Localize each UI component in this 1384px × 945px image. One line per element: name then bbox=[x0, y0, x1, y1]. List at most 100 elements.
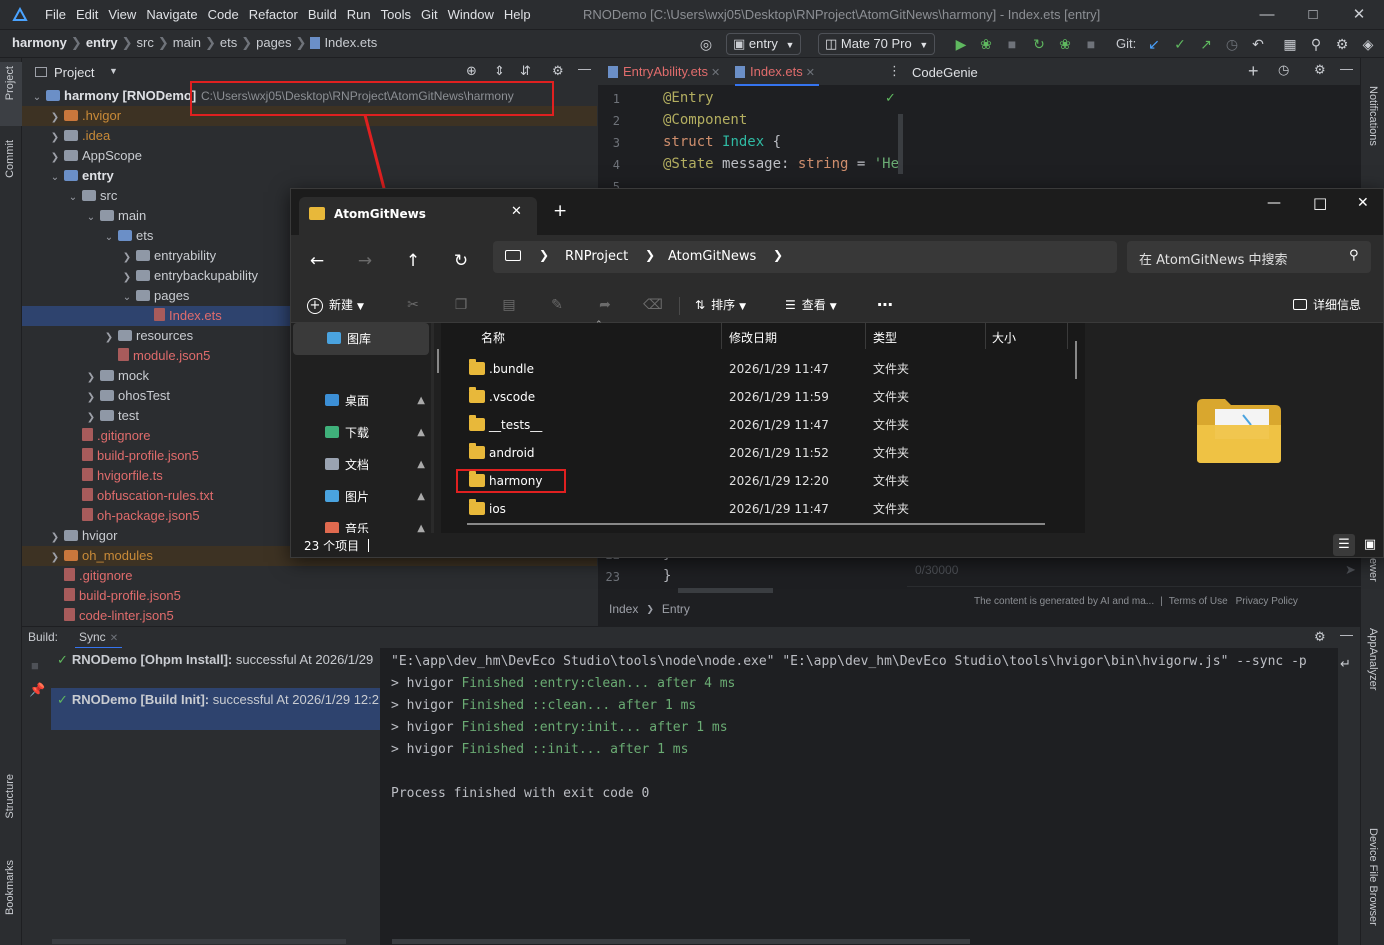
menu-item-git[interactable]: Git bbox=[421, 7, 438, 22]
file-row[interactable]: __tests__ 2026/1/29 11:47 文件夹 bbox=[449, 411, 1059, 439]
tree-item[interactable]: ⌄ entry bbox=[22, 166, 597, 186]
git-commit-icon[interactable]: ✓ bbox=[1171, 35, 1189, 53]
structure-tool-label[interactable]: Structure bbox=[4, 774, 16, 819]
debug-icon[interactable]: ❀ bbox=[977, 35, 995, 53]
menu-item-code[interactable]: Code bbox=[208, 7, 239, 22]
cut-icon[interactable]: ✂ bbox=[401, 293, 425, 317]
notifications-tool-label[interactable]: Notifications bbox=[1367, 86, 1379, 146]
up-icon[interactable]: ↑ bbox=[401, 249, 425, 273]
menu-item-refactor[interactable]: Refactor bbox=[249, 7, 298, 22]
apply-changes-icon[interactable]: ↻ bbox=[1030, 35, 1048, 53]
project-structure-icon[interactable]: ▦ bbox=[1281, 35, 1299, 53]
chevron-right-icon[interactable]: ❯ bbox=[48, 548, 62, 568]
pin-icon[interactable]: 📌 bbox=[29, 682, 45, 698]
file-row[interactable]: .bundle 2026/1/29 11:47 文件夹 bbox=[449, 355, 1059, 383]
back-icon[interactable]: ← bbox=[305, 249, 329, 273]
privacy-link[interactable]: Privacy Policy bbox=[1236, 596, 1298, 607]
file-list-hscrollbar[interactable] bbox=[467, 523, 1045, 525]
close-icon[interactable]: ✕ bbox=[1348, 4, 1370, 26]
tab-index[interactable]: Index.ets ✕ bbox=[735, 58, 819, 86]
menu-item-build[interactable]: Build bbox=[308, 7, 337, 22]
details-view-icon[interactable]: ☰ bbox=[1333, 534, 1355, 556]
build-item-init[interactable]: ✓ RNODemo [Build Init]: successful At 202… bbox=[51, 688, 380, 730]
maximize-icon[interactable]: □ bbox=[1313, 194, 1327, 212]
sort-button[interactable]: ⇅ 排序 ▼ bbox=[695, 293, 746, 317]
file-row[interactable]: android 2026/1/29 11:52 文件夹 bbox=[449, 439, 1059, 467]
app-logo-icon[interactable] bbox=[12, 6, 28, 23]
explorer-tab[interactable]: AtomGitNews ✕ bbox=[299, 197, 537, 235]
search-icon[interactable]: ⚲ bbox=[1307, 35, 1325, 53]
tree-item[interactable]: .gitignore bbox=[22, 566, 597, 586]
chevron-right-icon[interactable]: ❯ bbox=[120, 248, 134, 268]
chevron-down-icon[interactable]: ⌄ bbox=[102, 228, 116, 248]
expand-all-icon[interactable]: ⇕ bbox=[494, 63, 505, 79]
git-update-icon[interactable]: ↙ bbox=[1145, 35, 1163, 53]
rollback-icon[interactable]: ↶ bbox=[1249, 35, 1267, 53]
hide-panel-icon[interactable]: — bbox=[1340, 627, 1353, 642]
add-icon[interactable]: + bbox=[1248, 61, 1259, 82]
device-select[interactable]: ◫ Mate 70 Pro ▼ bbox=[818, 33, 936, 55]
history-icon[interactable]: ◷ bbox=[1223, 35, 1241, 53]
tree-item[interactable]: build-profile.json5 bbox=[22, 586, 597, 606]
tree-item[interactable]: code-linter.json5 bbox=[22, 606, 597, 626]
more-options-icon[interactable]: ⋯ bbox=[877, 293, 893, 317]
target-icon[interactable]: ◎ bbox=[697, 35, 715, 53]
previewer-tool-label[interactable]: ewer bbox=[1367, 558, 1379, 582]
chevron-down-icon[interactable]: ⌄ bbox=[30, 88, 44, 108]
gear-icon[interactable]: ⚙ bbox=[1333, 35, 1351, 53]
gear-icon[interactable]: ⚙ bbox=[552, 63, 564, 79]
tree-item[interactable]: ❯ AppScope bbox=[22, 146, 597, 166]
profile-icon[interactable]: ❀ bbox=[1056, 35, 1074, 53]
details-button[interactable]: 详细信息 bbox=[1293, 293, 1361, 317]
chevron-down-icon[interactable]: ⌄ bbox=[48, 168, 62, 188]
tab-entryability[interactable]: EntryAbility.ets ✕ bbox=[608, 58, 720, 86]
assistant-icon[interactable]: ◈ bbox=[1359, 35, 1377, 53]
collapse-all-icon[interactable]: ⇵ bbox=[520, 63, 531, 79]
view-button[interactable]: ☰ 查看 ▼ bbox=[785, 293, 837, 317]
file-row[interactable]: .vscode 2026/1/29 11:59 文件夹 bbox=[449, 383, 1059, 411]
delete-icon[interactable]: ⌫ bbox=[641, 293, 665, 317]
chevron-down-icon[interactable]: ⌄ bbox=[120, 288, 134, 308]
rename-icon[interactable]: ✎ bbox=[545, 293, 569, 317]
address-segment-atomgitnews[interactable]: AtomGitNews bbox=[668, 249, 756, 264]
chevron-right-icon[interactable]: ❯ bbox=[84, 388, 98, 408]
new-tab-icon[interactable]: + bbox=[553, 201, 567, 221]
menu-item-window[interactable]: Window bbox=[448, 7, 494, 22]
close-icon[interactable]: ✕ bbox=[806, 67, 815, 79]
crumb-entry[interactable]: Entry bbox=[662, 602, 690, 616]
close-icon[interactable]: ✕ bbox=[1357, 195, 1369, 211]
close-icon[interactable]: ✕ bbox=[711, 67, 720, 79]
locate-icon[interactable]: ⊕ bbox=[466, 63, 477, 79]
new-button[interactable]: + 新建 ▼ bbox=[307, 293, 364, 317]
minimize-icon[interactable]: — bbox=[1267, 195, 1281, 211]
tab-sync[interactable]: Sync ✕ bbox=[75, 628, 123, 649]
breadcrumb-item[interactable]: ets bbox=[220, 35, 237, 50]
terms-link[interactable]: Terms of Use bbox=[1169, 596, 1228, 607]
menu-item-tools[interactable]: Tools bbox=[381, 7, 411, 22]
share-icon[interactable]: ➦ bbox=[593, 293, 617, 317]
search-input[interactable]: 在 AtomGitNews 中搜索 bbox=[1139, 249, 1288, 268]
chevron-down-icon[interactable]: ⌄ bbox=[66, 188, 80, 208]
hide-panel-icon[interactable]: — bbox=[1340, 61, 1353, 76]
chevron-right-icon[interactable]: ❯ bbox=[48, 148, 62, 168]
search-icon[interactable]: ⚲ bbox=[1349, 248, 1359, 263]
build-tree-hscrollbar[interactable] bbox=[52, 939, 346, 944]
gear-icon[interactable]: ⚙ bbox=[1314, 62, 1326, 78]
editor-scrollbar[interactable] bbox=[898, 114, 903, 174]
chevron-right-icon[interactable]: ❯ bbox=[120, 268, 134, 288]
chevron-right-icon[interactable]: ❯ bbox=[48, 528, 62, 548]
commit-tool-label[interactable]: Commit bbox=[4, 140, 16, 178]
menu-item-edit[interactable]: Edit bbox=[76, 7, 98, 22]
menu-item-file[interactable]: File bbox=[45, 7, 66, 22]
address-bar[interactable]: ❯ RNProject ❯ AtomGitNews ❯ bbox=[493, 241, 1117, 273]
copy-icon[interactable]: ❐ bbox=[449, 293, 473, 317]
chevron-right-icon[interactable]: ❯ bbox=[102, 328, 116, 348]
refresh-icon[interactable]: ↻ bbox=[449, 249, 473, 273]
breadcrumb-item[interactable]: entry bbox=[86, 35, 118, 50]
device-file-browser-tool-label[interactable]: Device File Browser bbox=[1367, 828, 1379, 926]
run-icon[interactable]: ▶ bbox=[952, 35, 970, 53]
chevron-right-icon[interactable]: ❯ bbox=[84, 368, 98, 388]
send-icon[interactable]: ➤ bbox=[1345, 562, 1356, 578]
breadcrumb-item[interactable]: pages bbox=[256, 35, 291, 50]
build-console[interactable]: "E:\app\dev_hm\DevEco Studio\tools\node\… bbox=[380, 648, 1338, 945]
